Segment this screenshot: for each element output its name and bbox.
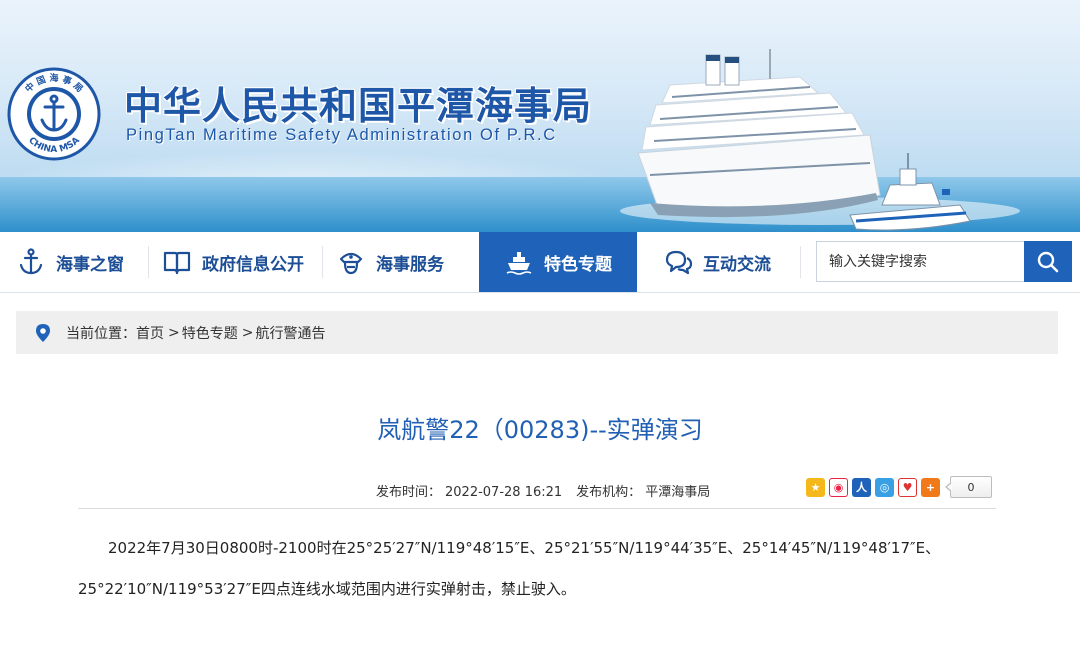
breadcrumb-prefix: 当前位置： (66, 325, 136, 342)
more-share-icon[interactable]: + (921, 477, 940, 497)
nav-label: 特色专题 (544, 254, 612, 275)
ship-icon (506, 252, 532, 275)
site-subtitle: PingTan Maritime Safety Administration O… (126, 126, 557, 144)
publish-time-label: 发布时间： (376, 485, 442, 500)
share-count: 0 (945, 476, 992, 498)
officer-cap-icon (339, 252, 363, 275)
breadcrumb-special-topics-link[interactable]: 特色专题 (182, 323, 238, 343)
tencent-share-icon[interactable]: ◎ (875, 477, 894, 497)
search-icon (1037, 251, 1059, 272)
search-input[interactable] (816, 241, 1024, 282)
share-bar: ★ ◉ 人 ◎ ♥ + 0 (806, 476, 992, 498)
nav-label: 海事之窗 (56, 254, 124, 275)
publisher-label: 发布机构： (576, 485, 642, 500)
qzone-share-icon[interactable]: ★ (806, 477, 825, 497)
breadcrumb-nav-warnings-link[interactable]: 航行警通告 (255, 323, 325, 343)
header-banner: 中 国 海 事 局 CHINA MSA 中华人民共和国平潭海事局 PingTan… (0, 0, 1080, 232)
china-msa-logo: 中 国 海 事 局 CHINA MSA (7, 67, 101, 161)
nav-label: 政府信息公开 (202, 254, 304, 275)
nav-item-special-topics[interactable]: 特色专题 (479, 232, 637, 292)
nav-item-gov-info[interactable]: 政府信息公开 (162, 232, 304, 292)
breadcrumb-separator: > (241, 324, 254, 341)
article-title: 岚航警22（00283)--实弹演习 (377, 416, 703, 444)
book-icon (163, 251, 191, 275)
article-body: 2022年7月30日0800时-2100时在25°25′27″N/119°48′… (78, 539, 941, 598)
location-pin-icon (36, 323, 50, 342)
site-title: 中华人民共和国平潭海事局 (124, 83, 593, 128)
breadcrumb-separator: > (168, 324, 180, 341)
publish-time: 2022-07-28 16:21 (445, 485, 563, 500)
nav-item-maritime-window[interactable]: 海事之窗 (16, 232, 124, 292)
renren-share-icon[interactable]: 人 (852, 477, 871, 497)
nav-item-maritime-service[interactable]: 海事服务 (336, 232, 444, 292)
publisher: 平潭海事局 (645, 485, 711, 500)
cruise-ship-image (620, 49, 1020, 231)
search-button[interactable] (1024, 241, 1072, 282)
nav-label: 海事服务 (376, 254, 444, 275)
weibo-share-icon[interactable]: ◉ (829, 477, 848, 497)
pengyou-share-icon[interactable]: ♥ (898, 477, 917, 497)
divider (78, 508, 996, 509)
nav-label: 互动交流 (703, 254, 771, 275)
breadcrumb: 当前位置： 首页 > 特色专题 > 航行警通告 (16, 311, 1058, 354)
nav-item-interaction[interactable]: 互动交流 (663, 232, 771, 292)
anchor-icon (19, 248, 43, 275)
article-meta: 发布时间： 2022-07-28 16:21 发布机构： 平潭海事局 (376, 481, 714, 500)
breadcrumb-home-link[interactable]: 首页 (136, 323, 164, 343)
chat-icon (665, 250, 693, 275)
